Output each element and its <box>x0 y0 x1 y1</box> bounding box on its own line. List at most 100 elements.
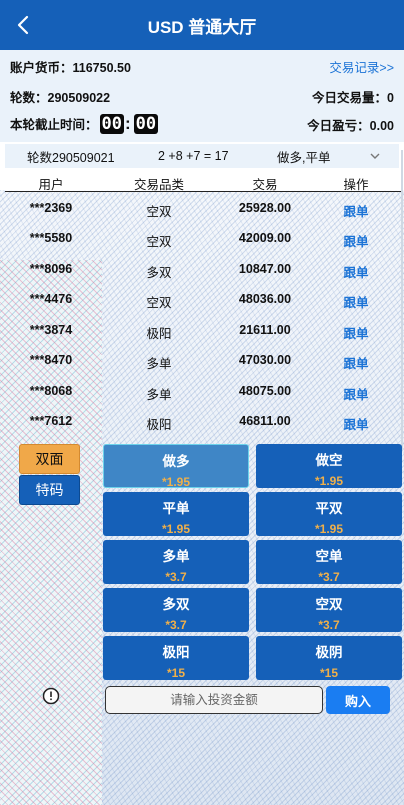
round-value: 290509022 <box>47 90 111 105</box>
bet-odds: *1.95 <box>314 522 344 536</box>
row-type: 多单 <box>146 357 172 371</box>
row-amount: 42009.00 <box>238 231 292 245</box>
table-row: ***4476 空双 48036.00 跟单 <box>5 284 401 314</box>
row-type: 多双 <box>146 266 172 280</box>
row-amount: 47030.00 <box>238 353 292 367</box>
row-user: ***4476 <box>29 292 73 306</box>
bet-option-long-odd[interactable]: 多单 *3.7 <box>103 540 249 584</box>
row-user: ***8096 <box>29 262 73 276</box>
bet-name: 多双 <box>162 597 190 612</box>
table-row: ***3874 极阳 21611.00 跟单 <box>5 315 401 345</box>
timer-minutes: 00 <box>99 114 124 134</box>
buy-button[interactable]: 购入 <box>326 686 390 714</box>
bet-option-short[interactable]: 做空 *1.95 <box>256 444 402 488</box>
deadline-text: 本轮截止时间： 00:00 <box>10 114 159 134</box>
bet-name: 空单 <box>315 549 343 564</box>
follow-button[interactable]: 跟单 <box>325 384 387 403</box>
bet-odds: *15 <box>319 666 339 680</box>
bet-option-long[interactable]: 做多 *1.95 <box>103 444 249 489</box>
bet-name: 极阴 <box>315 645 343 660</box>
tab-special-code[interactable]: 特码 <box>19 475 80 505</box>
today-profit-label: 今日盈亏： <box>307 118 370 133</box>
row-type: 空双 <box>146 235 172 249</box>
bet-odds: *3.7 <box>165 618 187 632</box>
row-amount: 48075.00 <box>238 384 292 398</box>
bet-odds: *1.95 <box>161 475 191 489</box>
follow-button[interactable]: 跟单 <box>325 323 387 342</box>
table-row: ***8470 多单 47030.00 跟单 <box>5 345 401 375</box>
bet-name: 做空 <box>315 453 343 468</box>
bet-option-extreme-yin[interactable]: 极阴 *15 <box>256 636 402 680</box>
account-info-panel: 账户货币：116750.50 交易记录>> 轮数：290509022 今日交易量… <box>0 50 404 142</box>
follow-button[interactable]: 跟单 <box>325 231 387 250</box>
investment-amount-input[interactable] <box>105 686 323 714</box>
bet-odds: *3.7 <box>318 570 340 584</box>
table-row: ***2369 空双 25928.00 跟单 <box>5 193 401 223</box>
tab-double-side[interactable]: 双面 <box>19 444 80 474</box>
header-action: 操作 <box>343 178 369 192</box>
table-row: ***5580 空双 42009.00 跟单 <box>5 223 401 253</box>
row-user: ***3874 <box>29 323 73 337</box>
bet-odds: *3.7 <box>165 570 187 584</box>
timer-seconds: 00 <box>133 114 159 134</box>
bet-option-extreme-yang[interactable]: 极阳 *15 <box>103 636 249 680</box>
deadline-label: 本轮截止时间： <box>10 118 98 132</box>
row-type: 空双 <box>146 296 172 310</box>
info-icon[interactable] <box>42 687 60 705</box>
follow-button[interactable]: 跟单 <box>325 292 387 311</box>
balance-value: 116750.50 <box>72 60 131 75</box>
history-link[interactable]: 交易记录>> <box>329 57 394 76</box>
last-round-formula: 2 +8 +7 = 17 <box>158 149 229 163</box>
bet-option-short-even[interactable]: 空双 *3.7 <box>256 588 402 632</box>
last-round-result: 做多,平单 <box>277 150 331 165</box>
bets-table-header: 用户 交易品类 交易 操作 <box>5 170 401 192</box>
row-user: ***7612 <box>29 414 73 428</box>
bet-name: 空双 <box>315 597 343 612</box>
back-arrow-icon[interactable] <box>12 13 36 37</box>
chevron-down-icon[interactable] <box>369 150 381 162</box>
row-user: ***8068 <box>29 384 73 398</box>
follow-button[interactable]: 跟单 <box>325 262 387 281</box>
row-amount: 10847.00 <box>238 262 292 276</box>
bet-name: 做多 <box>162 454 190 469</box>
header-amount: 交易 <box>252 178 278 192</box>
today-volume-label: 今日交易量： <box>312 90 388 105</box>
bet-odds: *3.7 <box>318 618 340 632</box>
balance-row: 账户货币：116750.50 交易记录>> <box>10 56 394 76</box>
bet-name: 平单 <box>162 501 190 516</box>
round-text: 轮数：290509022 <box>10 87 110 106</box>
bet-name: 多单 <box>162 549 190 564</box>
balance-text: 账户货币：116750.50 <box>10 57 131 76</box>
bet-odds: *1.95 <box>314 474 344 488</box>
timer-colon: : <box>125 114 131 133</box>
bet-option-short-odd[interactable]: 空单 *3.7 <box>256 540 402 584</box>
row-user: ***2369 <box>29 201 73 215</box>
follow-button[interactable]: 跟单 <box>325 414 387 433</box>
row-amount: 48036.00 <box>238 292 292 306</box>
bet-name: 平双 <box>315 501 343 516</box>
bet-option-flat-odd[interactable]: 平单 *1.95 <box>103 492 249 536</box>
row-type: 空双 <box>146 205 172 219</box>
row-amount: 25928.00 <box>238 201 292 215</box>
follow-button[interactable]: 跟单 <box>325 353 387 372</box>
app-header: USD 普通大厅 <box>0 0 404 50</box>
bet-odds: *15 <box>166 666 186 680</box>
follow-button[interactable]: 跟单 <box>325 201 387 220</box>
balance-label: 账户货币： <box>10 60 73 75</box>
row-amount: 21611.00 <box>239 323 291 337</box>
row-user: ***8470 <box>29 353 73 367</box>
scrollbar-track[interactable] <box>401 150 403 450</box>
row-type: 多单 <box>146 388 172 402</box>
today-volume: 今日交易量：0 <box>312 87 394 106</box>
row-amount: 46811.00 <box>239 414 291 428</box>
last-round-bar[interactable]: 轮数290509021 2 +8 +7 = 17 做多,平单 <box>5 144 399 168</box>
table-row: ***8068 多单 48075.00 跟单 <box>5 376 401 406</box>
deadline-row: 本轮截止时间： 00:00 今日盈亏：0.00 <box>10 114 394 134</box>
bet-option-flat-even[interactable]: 平双 *1.95 <box>256 492 402 536</box>
bet-option-long-even[interactable]: 多双 *3.7 <box>103 588 249 632</box>
today-profit-value: 0.00 <box>369 118 394 133</box>
bet-name: 极阳 <box>162 645 190 660</box>
table-row: ***8096 多双 10847.00 跟单 <box>5 254 401 284</box>
header-user: 用户 <box>38 178 64 192</box>
row-type: 极阳 <box>146 327 172 341</box>
